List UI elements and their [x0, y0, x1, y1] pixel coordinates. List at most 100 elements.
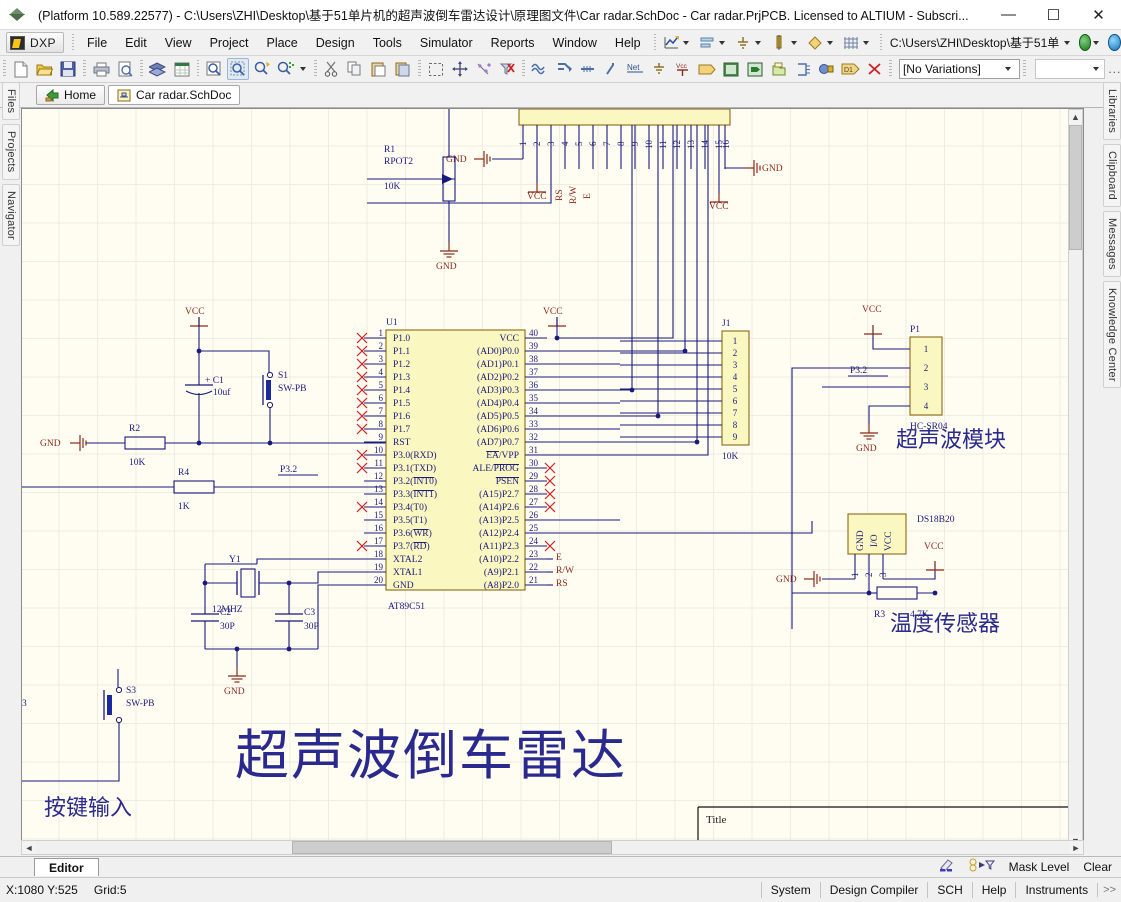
menu-project[interactable]: Project — [201, 33, 258, 53]
dock-tab-clipboard[interactable]: Clipboard — [1103, 144, 1121, 207]
variations-combo[interactable]: [No Variations] — [899, 59, 1020, 79]
menu-tools[interactable]: Tools — [364, 33, 411, 53]
zoom-document-icon[interactable] — [203, 58, 225, 80]
horizontal-scroll-thumb[interactable] — [292, 841, 612, 854]
close-button[interactable]: ✕ — [1076, 0, 1121, 30]
save-icon[interactable] — [58, 58, 80, 80]
zoom-filter-icon[interactable] — [275, 58, 297, 80]
svg-text:(AD1)P0.1: (AD1)P0.1 — [477, 359, 519, 370]
utilities-power-sources-button[interactable] — [732, 32, 768, 54]
status-button-help[interactable]: Help — [972, 882, 1016, 898]
place-device-sheet-icon[interactable] — [768, 58, 790, 80]
layers-icon[interactable] — [147, 58, 169, 80]
project-path-combo[interactable]: C:\Users\ZHI\Desktop\基于51单 — [890, 34, 1075, 51]
zoom-selection-icon[interactable] — [251, 58, 273, 80]
utilities-simulation-sources-button[interactable] — [804, 32, 840, 54]
paste-multiple-icon[interactable] — [392, 58, 414, 80]
utilities-alignment-tools-button[interactable] — [696, 32, 732, 54]
menu-view[interactable]: View — [156, 33, 201, 53]
canvas-vertical-scrollbar[interactable]: ▲ ▼ — [1068, 109, 1083, 848]
status-button-sch[interactable]: SCH — [927, 882, 971, 898]
mask-level-button[interactable]: Mask Level — [1002, 859, 1077, 875]
menu-help[interactable]: Help — [606, 33, 650, 53]
place-bus-entry-icon[interactable] — [601, 58, 623, 80]
navigate-back-icon[interactable] — [1079, 34, 1092, 51]
menu-file[interactable]: File — [78, 33, 116, 53]
zoom-area-icon[interactable] — [227, 58, 249, 80]
svg-text:2: 2 — [924, 363, 929, 373]
select-area-icon[interactable] — [425, 58, 447, 80]
svg-text:23: 23 — [529, 549, 539, 559]
copy-icon[interactable] — [345, 58, 367, 80]
status-button-system[interactable]: System — [761, 882, 820, 898]
minimize-button[interactable]: — — [986, 0, 1031, 30]
menu-simulator[interactable]: Simulator — [411, 33, 482, 53]
svg-text:C3: C3 — [304, 608, 315, 618]
clear-mask-button[interactable]: Clear — [1076, 859, 1119, 875]
mask-filter-icon[interactable] — [962, 857, 1002, 876]
clear-filter-icon[interactable] — [497, 58, 519, 80]
project-path-text: C:\Users\ZHI\Desktop\基于51单 — [890, 34, 1062, 51]
print-icon[interactable] — [90, 58, 112, 80]
place-part-icon[interactable] — [816, 58, 838, 80]
place-designator-icon[interactable]: D1 — [839, 58, 861, 80]
utilities-drawing-tools-button[interactable] — [660, 32, 696, 54]
cut-icon[interactable] — [321, 58, 343, 80]
scroll-left-arrow[interactable]: ◄ — [22, 841, 36, 854]
menu-edit[interactable]: Edit — [116, 33, 156, 53]
dock-tab-projects[interactable]: Projects — [2, 124, 20, 179]
dock-tab-libraries[interactable]: Libraries — [1103, 82, 1121, 140]
panel-tab-editor[interactable]: Editor — [34, 858, 99, 876]
tab-car-radar-schdoc[interactable]: Car radar.SchDoc — [108, 85, 240, 105]
utilities-grid-button[interactable] — [840, 32, 876, 54]
place-signal-harness-icon[interactable] — [577, 58, 599, 80]
utilities-digital-objects-button[interactable] — [768, 32, 804, 54]
secondary-combo[interactable] — [1035, 59, 1105, 79]
dock-tab-knowledge-center[interactable]: Knowledge Center — [1103, 281, 1121, 389]
dock-tab-files[interactable]: Files — [2, 82, 20, 120]
menu-reports[interactable]: Reports — [482, 33, 544, 53]
menu-window[interactable]: Window — [543, 33, 605, 53]
svg-text:P1: P1 — [910, 325, 920, 335]
schematic-canvas[interactable]: .w { stroke:#1a1a7e; stroke-width:1.1; f… — [21, 108, 1084, 848]
place-sheet-symbol-icon[interactable] — [720, 58, 742, 80]
svg-text:P1.1: P1.1 — [393, 347, 410, 357]
vertical-scroll-thumb[interactable] — [1069, 125, 1082, 250]
status-button-instruments[interactable]: Instruments — [1015, 882, 1097, 898]
svg-text:4: 4 — [560, 141, 570, 146]
place-net-label-icon[interactable]: Net — [625, 58, 647, 80]
scroll-up-arrow[interactable]: ▲ — [1069, 110, 1082, 124]
place-harness-connector-icon[interactable] — [792, 58, 814, 80]
svg-text:GND: GND — [224, 687, 245, 697]
menu-design[interactable]: Design — [307, 33, 364, 53]
place-no-erc-icon[interactable] — [863, 58, 885, 80]
place-bus-icon[interactable] — [553, 58, 575, 80]
spreadsheet-icon[interactable] — [171, 58, 193, 80]
place-sheet-entry-icon[interactable] — [744, 58, 766, 80]
maximize-button[interactable]: ☐ — [1031, 0, 1076, 30]
toolbar-overflow-button[interactable]: ... — [1108, 62, 1121, 76]
navigate-forward-icon[interactable] — [1108, 34, 1121, 51]
place-port-icon[interactable] — [696, 58, 718, 80]
new-document-icon[interactable] — [10, 58, 32, 80]
place-wire-icon[interactable] — [529, 58, 551, 80]
paste-icon[interactable] — [368, 58, 390, 80]
highlighter-icon[interactable] — [931, 857, 962, 876]
menu-place[interactable]: Place — [257, 33, 306, 53]
tab-home[interactable]: Home — [36, 85, 105, 105]
deselect-icon[interactable] — [473, 58, 495, 80]
scroll-right-arrow[interactable]: ► — [1069, 841, 1083, 854]
main-toolbar: Net Vcc D1 [No Variations] ... — [0, 56, 1121, 83]
open-folder-icon[interactable] — [34, 58, 56, 80]
canvas-horizontal-scrollbar[interactable]: ◄ ► — [21, 840, 1084, 855]
place-vcc-power-icon[interactable]: Vcc — [672, 58, 694, 80]
dock-tab-navigator[interactable]: Navigator — [2, 184, 20, 247]
place-gnd-power-icon[interactable] — [649, 58, 671, 80]
print-preview-icon[interactable] — [114, 58, 136, 80]
bus-entry-icon — [770, 34, 789, 52]
dxp-menu-button[interactable]: DXP — [6, 32, 64, 53]
status-button-design-compiler[interactable]: Design Compiler — [820, 882, 928, 898]
dock-tab-messages[interactable]: Messages — [1103, 211, 1121, 277]
move-icon[interactable] — [449, 58, 471, 80]
status-overflow-button[interactable]: >> — [1097, 883, 1121, 897]
